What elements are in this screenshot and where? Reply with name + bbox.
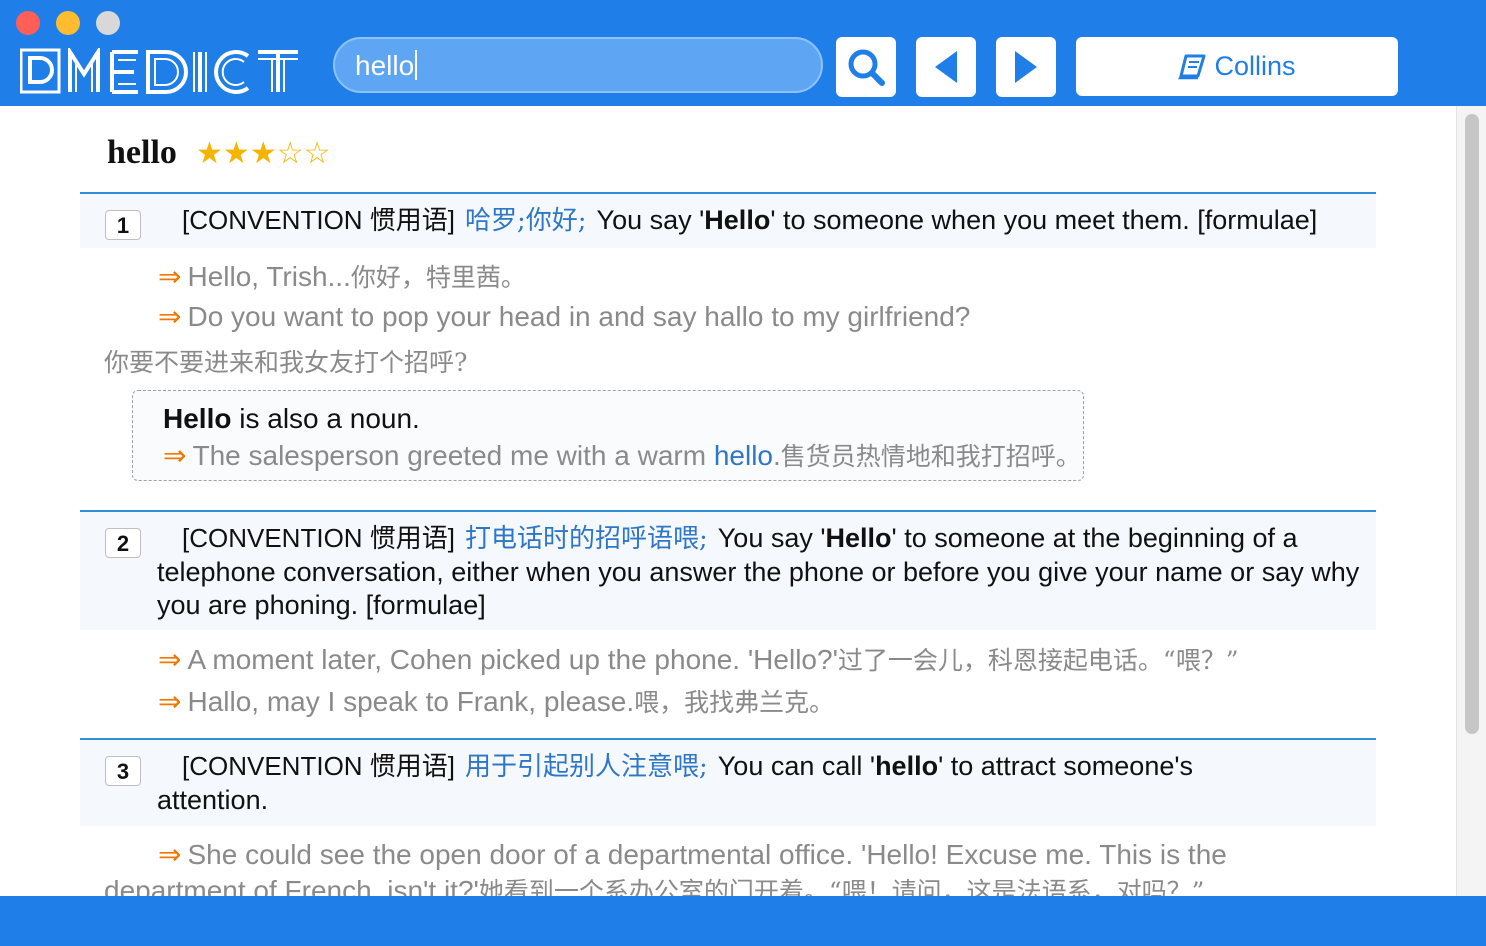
frequency-rating: ★★★☆☆ <box>196 136 331 171</box>
sense-definition: 2 [CONVENTION 惯用语] 打电话时的招呼语喂; You say 'Hel… <box>80 510 1376 630</box>
scrollbar-thumb[interactable] <box>1465 114 1479 734</box>
star-filled-icon: ★ <box>196 137 223 170</box>
search-input-value: hello <box>355 50 415 81</box>
example-chinese: 喂，我找弗兰克。 <box>634 688 835 717</box>
definition-before: You say ' <box>717 523 826 553</box>
example-sentence: ⇒ Hallo, may I speak to Frank, please.喂，我… <box>158 683 834 719</box>
chinese-definition: 打电话时的招呼语喂; <box>465 524 708 554</box>
search-input[interactable]: hello <box>333 37 823 93</box>
definition-before: You say ' <box>596 205 705 235</box>
example-sentence: ⇒ Hello, Trish...你好，特里茜。 <box>158 258 526 294</box>
usage-note-headword: Hello <box>163 403 232 434</box>
star-empty-icon: ☆ <box>303 137 331 170</box>
arrow-icon: ⇒ <box>158 261 182 292</box>
example-sentence: ⇒ Do you want to pop your head in and say… <box>158 300 970 333</box>
example-chinese: 她看到一个系办公室的门开着。“喂！请问，这是法语系，对吗？” <box>478 877 1205 896</box>
example-english: Do you want to pop your head in and say … <box>187 301 971 332</box>
text-caret <box>415 50 418 80</box>
title-bar: hello Collins <box>0 0 1486 106</box>
grammar-label: [CONVENTION 惯用语] <box>182 205 456 235</box>
headword: hello <box>107 134 177 171</box>
sense-text: [CONVENTION 惯用语] 用于引起别人注意喂; You can call '… <box>157 750 1307 817</box>
definition-headword: Hello <box>704 205 771 235</box>
chinese-definition: 用于引起别人注意喂; <box>465 752 708 782</box>
sense-definition: 3 [CONVENTION 惯用语] 用于引起别人注意喂; You can call… <box>80 738 1376 826</box>
status-bar <box>0 896 1486 946</box>
sense-text: [CONVENTION 惯用语] 哈罗;你好; You say 'Hello' to… <box>157 204 1367 238</box>
definition-headword: Hello <box>825 523 892 553</box>
star-filled-icon: ★ <box>222 137 250 170</box>
definition-before: You can call ' <box>717 751 876 781</box>
usage-note-rest: is also a noun. <box>231 403 420 434</box>
example-english: Hello, Trish... <box>187 261 351 292</box>
definition-headword: hello <box>875 751 939 781</box>
example-english-after: . <box>773 440 781 471</box>
example-chinese: 你要不要进来和我女友打个招呼? <box>104 348 468 377</box>
back-button[interactable] <box>916 37 976 97</box>
example-english: A moment later, Cohen picked up the phon… <box>187 644 838 675</box>
example-sentence: ⇒ A moment later, Cohen picked up the pho… <box>158 641 1239 677</box>
example-english-before: The salesperson greeted me with a warm <box>192 440 714 471</box>
forward-button[interactable] <box>996 37 1056 97</box>
example-chinese: 售货员热情地和我打招呼。 <box>780 442 1081 471</box>
search-button[interactable] <box>836 37 896 97</box>
definition-after: ' to someone when you meet them. [formul… <box>770 205 1318 235</box>
sense-number: 3 <box>105 756 141 786</box>
entry-content: hello ★★★☆☆ 1 [CONVENTION 惯用语] 哈罗;你好; You … <box>0 106 1456 896</box>
triangle-left-icon <box>935 51 957 83</box>
usage-note-example: ⇒ The salesperson greeted me with a warm … <box>163 437 1081 473</box>
arrow-icon: ⇒ <box>158 301 182 332</box>
grammar-label: [CONVENTION 惯用语] <box>182 751 456 781</box>
search-icon <box>848 49 885 86</box>
example-chinese: 过了一会儿，科恩接起电话。“喂？” <box>837 646 1239 675</box>
arrow-icon: ⇒ <box>163 440 187 471</box>
grammar-label: [CONVENTION 惯用语] <box>182 523 456 553</box>
star-filled-icon: ★ <box>249 137 277 170</box>
star-empty-icon: ☆ <box>276 137 304 170</box>
usage-note-text: Hello is also a noun. <box>163 403 420 435</box>
arrow-icon: ⇒ <box>158 644 182 675</box>
arrow-icon: ⇒ <box>158 839 182 870</box>
dictionary-name: Collins <box>1214 51 1296 81</box>
example-chinese: 你好，特里茜。 <box>350 263 526 292</box>
app-logo <box>19 45 300 96</box>
example-sentence: ⇒ She could see the open door of a depart… <box>104 837 1264 896</box>
book-icon <box>1178 54 1206 79</box>
sense-definition: 1 [CONVENTION 惯用语] 哈罗;你好; You say 'Hello' … <box>80 192 1376 248</box>
example-highlight-word: hello <box>713 440 773 471</box>
dictionary-selector-button[interactable]: Collins <box>1076 37 1398 96</box>
triangle-right-icon <box>1015 51 1037 83</box>
usage-note-box: Hello is also a noun. ⇒ The salesperson g… <box>132 390 1084 481</box>
sense-text: [CONVENTION 惯用语] 打电话时的招呼语喂; You say 'Hello… <box>157 522 1367 622</box>
arrow-icon: ⇒ <box>158 686 182 717</box>
sense-number: 1 <box>105 210 141 240</box>
window-minimize-button[interactable] <box>56 11 80 35</box>
vertical-scrollbar[interactable] <box>1456 106 1486 896</box>
window-close-button[interactable] <box>16 11 40 35</box>
window-zoom-button[interactable] <box>96 11 120 35</box>
chinese-definition: 哈罗;你好; <box>465 206 587 236</box>
medict-logo-icon <box>19 45 298 94</box>
sense-number: 2 <box>105 528 141 558</box>
example-english: Hallo, may I speak to Frank, please. <box>187 686 635 717</box>
